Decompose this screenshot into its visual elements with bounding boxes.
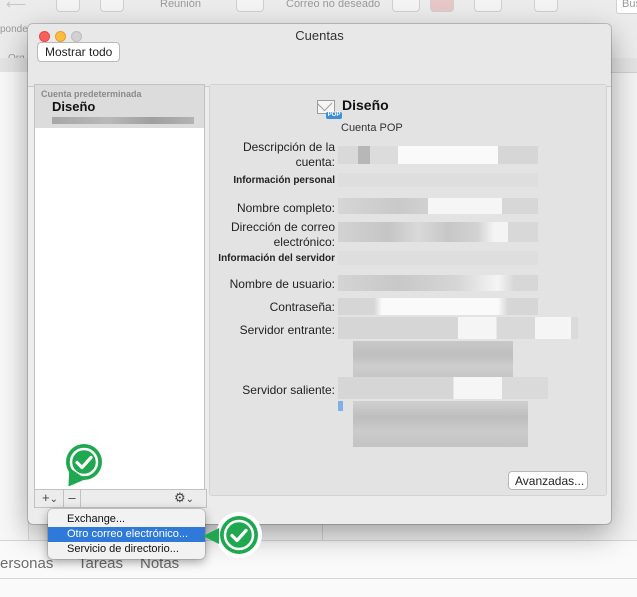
personal-info-redacted: [338, 173, 538, 187]
incoming-server-input[interactable]: [338, 317, 578, 339]
background-flag-icon: [392, 0, 420, 12]
account-detail-pane: POP Diseño Cuenta POP Descripción de la …: [209, 84, 607, 496]
window-title: Cuentas: [295, 28, 344, 43]
title-bar: Cuentas Mostrar todo: [28, 24, 611, 87]
account-list[interactable]: Cuenta predeterminada Diseño: [34, 84, 205, 497]
gear-icon: ⚙: [173, 490, 186, 505]
nav-personas[interactable]: ersonas: [0, 555, 53, 572]
server-info-heading: Información del servidor: [218, 253, 335, 264]
password-label: Contraseña:: [269, 300, 335, 314]
checkmark-icon: [223, 519, 255, 551]
background-move-icon: [236, 0, 264, 12]
chevron-down-icon: ⌄: [185, 494, 195, 505]
incoming-port-redacted: [353, 341, 513, 377]
plus-icon: +: [42, 490, 50, 505]
full-name-label: Nombre completo:: [236, 201, 335, 215]
tutorial-checkmark-other-email: [216, 512, 262, 558]
server-info-redacted: [338, 251, 538, 265]
menu-item-directory-service[interactable]: Servicio de directorio...: [48, 542, 205, 557]
full-name-input[interactable]: [338, 198, 538, 214]
background-respond-label: ponde: [0, 24, 28, 35]
outgoing-server-input[interactable]: [338, 377, 548, 399]
password-input[interactable]: [338, 298, 538, 315]
email-input[interactable]: [338, 222, 538, 242]
account-actions-button[interactable]: ⚙⌄: [166, 490, 202, 507]
accounts-window: Cuentas Mostrar todo Cuenta predetermina…: [28, 24, 611, 524]
username-label: Nombre de usuario:: [229, 277, 335, 291]
account-title: Diseño: [342, 97, 389, 113]
outgoing-checkbox-redacted: [338, 401, 343, 411]
background-junk-label: Correo no deseado: [286, 0, 381, 10]
show-all-button[interactable]: Mostrar todo: [37, 42, 121, 62]
background-folder-pane: [0, 72, 29, 542]
default-account-label: Cuenta predeterminada: [41, 89, 142, 99]
add-account-button[interactable]: +⌄: [37, 490, 63, 507]
background-category-icon: [430, 0, 454, 12]
account-list-name: Diseño: [52, 99, 96, 114]
remove-account-button[interactable]: –: [64, 490, 80, 507]
background-filter-icon: [534, 0, 558, 12]
incoming-server-label: Servidor entrante:: [239, 323, 335, 337]
background-reply-icon: ⟵: [6, 0, 27, 12]
background-meeting-label: Reunión: [160, 0, 201, 10]
tutorial-pointer-other-email: [203, 528, 219, 544]
background-followup-icon: [474, 0, 502, 12]
account-type: Cuenta POP: [341, 122, 403, 134]
account-list-address-redacted: [52, 117, 194, 124]
add-account-menu: Exchange... Otro correo electrónico... S…: [48, 509, 205, 559]
background-bottom-line: [0, 578, 637, 579]
account-list-toolbar: +⌄ – ⚙⌄: [34, 489, 207, 508]
username-input[interactable]: [338, 275, 538, 291]
email-label: Dirección de correo electrónico:: [230, 220, 335, 249]
background-forward2-icon: [100, 0, 124, 12]
pop-badge: POP: [326, 112, 342, 119]
description-input[interactable]: [338, 146, 538, 164]
toolbar-separator: [80, 490, 81, 507]
account-list-item[interactable]: Cuenta predeterminada Diseño: [35, 85, 204, 128]
outgoing-server-label: Servidor saliente:: [242, 383, 335, 397]
menu-item-other-email[interactable]: Otro correo electrónico...: [48, 527, 205, 542]
chevron-down-icon: ⌄: [49, 494, 58, 505]
advanced-button[interactable]: Avanzadas...: [508, 471, 588, 490]
personal-info-heading: Información personal: [233, 175, 335, 186]
background-forward-icon: [56, 0, 80, 12]
menu-item-exchange[interactable]: Exchange...: [48, 512, 205, 527]
outgoing-port-redacted: [353, 401, 528, 447]
description-label: Descripción de la cuenta:: [242, 140, 335, 169]
background-search-label: Bus: [622, 0, 637, 10]
